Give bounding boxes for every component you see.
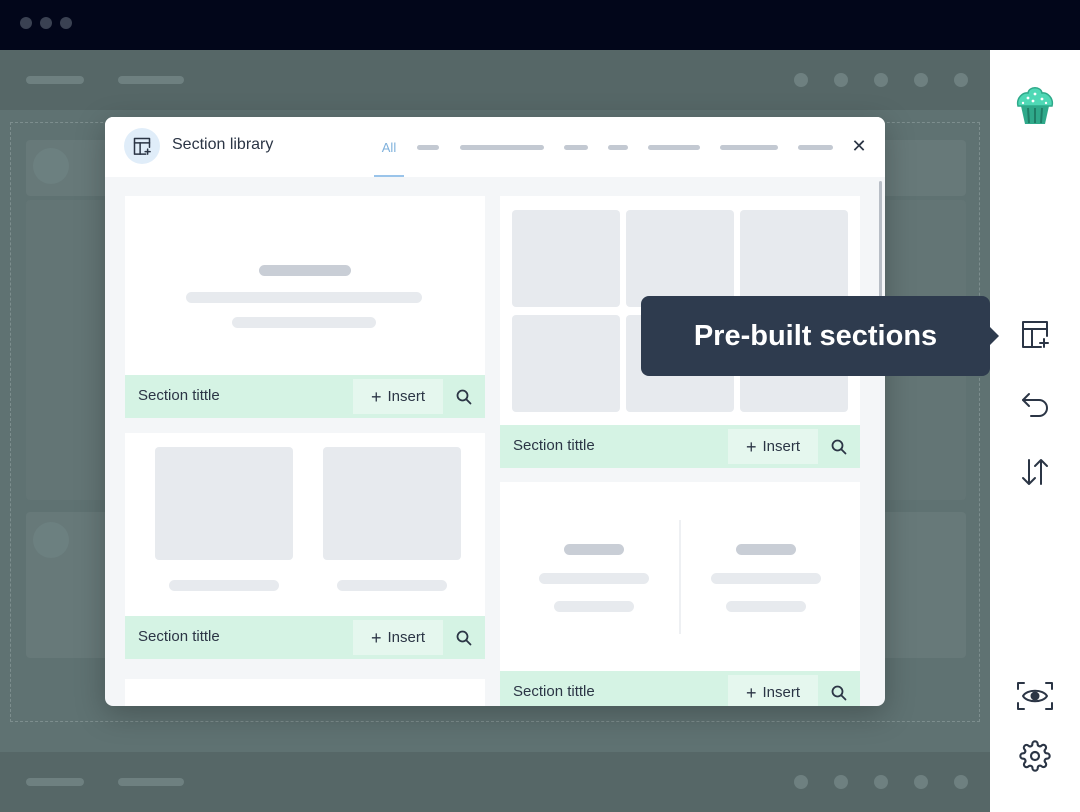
placeholder-dot xyxy=(954,775,968,789)
preview-eye-icon[interactable] xyxy=(1015,676,1055,716)
tooltip-text: Pre-built sections xyxy=(693,319,938,352)
search-icon[interactable] xyxy=(443,616,485,659)
undo-icon[interactable] xyxy=(1015,384,1055,424)
section-card[interactable]: Section tittle + Insert xyxy=(125,196,485,418)
card-footer: Section tittle + Insert xyxy=(125,616,485,659)
placeholder-dot xyxy=(914,775,928,789)
placeholder-line xyxy=(169,580,279,591)
placeholder-tile xyxy=(512,210,620,307)
modal-scrollbar[interactable] xyxy=(879,181,882,297)
tab-placeholder[interactable] xyxy=(608,145,628,150)
placeholder-heading xyxy=(564,544,624,555)
insert-button[interactable]: + Insert xyxy=(728,429,818,464)
section-card[interactable] xyxy=(125,679,485,706)
right-toolbar xyxy=(990,50,1080,812)
column-divider xyxy=(679,520,681,634)
cupcake-logo-icon[interactable] xyxy=(1013,82,1057,126)
search-icon[interactable] xyxy=(818,425,860,468)
insert-button[interactable]: + Insert xyxy=(353,620,443,655)
modal-header: Section library All ✕ xyxy=(105,117,885,177)
plus-icon: + xyxy=(370,386,382,407)
section-library-modal: Section library All ✕ Section tittle + I… xyxy=(105,117,885,706)
section-title: Section tittle xyxy=(138,387,220,404)
placeholder-nav xyxy=(118,778,184,786)
gear-icon[interactable] xyxy=(1015,736,1055,776)
placeholder-tile xyxy=(626,210,734,307)
insert-label: Insert xyxy=(387,388,426,405)
window-dot-1[interactable] xyxy=(20,17,32,29)
placeholder-tile xyxy=(512,315,620,412)
placeholder-line xyxy=(337,580,447,591)
editor-top-bar xyxy=(0,50,990,110)
placeholder-image xyxy=(323,447,461,560)
insert-label: Insert xyxy=(762,438,801,455)
close-icon[interactable]: ✕ xyxy=(848,135,870,157)
ghost-avatar xyxy=(33,522,69,558)
placeholder-dot xyxy=(914,73,928,87)
section-library-icon xyxy=(124,128,160,164)
placeholder-line xyxy=(232,317,376,328)
tab-placeholder[interactable] xyxy=(460,145,544,150)
search-icon[interactable] xyxy=(818,671,860,706)
placeholder-dot xyxy=(874,73,888,87)
ghost-avatar xyxy=(33,148,69,184)
section-title: Section tittle xyxy=(513,437,595,454)
placeholder-line xyxy=(726,601,806,612)
placeholder-image xyxy=(155,447,293,560)
window-dot-3[interactable] xyxy=(60,17,72,29)
placeholder-heading xyxy=(259,265,351,276)
section-library-icon[interactable] xyxy=(1015,314,1055,354)
tab-placeholder[interactable] xyxy=(720,145,778,150)
search-icon[interactable] xyxy=(443,375,485,418)
card-footer: Section tittle + Insert xyxy=(500,671,860,706)
insert-label: Insert xyxy=(762,684,801,701)
tab-placeholder[interactable] xyxy=(648,145,700,150)
modal-title: Section library xyxy=(172,136,274,153)
placeholder-heading xyxy=(736,544,796,555)
placeholder-nav xyxy=(26,778,84,786)
section-title: Section tittle xyxy=(513,683,595,700)
placeholder-dot xyxy=(794,73,808,87)
tab-placeholder[interactable] xyxy=(564,145,588,150)
plus-icon: + xyxy=(745,436,757,457)
pre-built-sections-tooltip: Pre-built sections xyxy=(641,296,999,376)
plus-icon: + xyxy=(370,627,382,648)
editor-bottom-bar xyxy=(0,752,990,812)
insert-button[interactable]: + Insert xyxy=(353,379,443,414)
tab-all[interactable]: All xyxy=(374,117,404,177)
card-footer: Section tittle + Insert xyxy=(500,425,860,468)
placeholder-nav xyxy=(26,76,84,84)
placeholder-dot xyxy=(794,775,808,789)
window-dot-2[interactable] xyxy=(40,17,52,29)
plus-icon: + xyxy=(745,682,757,703)
window-titlebar xyxy=(0,0,1080,50)
placeholder-line xyxy=(539,573,649,584)
placeholder-nav xyxy=(118,76,184,84)
tab-placeholder[interactable] xyxy=(798,145,833,150)
section-card[interactable]: Section tittle + Insert xyxy=(500,482,860,706)
card-footer: Section tittle + Insert xyxy=(125,375,485,418)
placeholder-line xyxy=(554,601,634,612)
reorder-icon[interactable] xyxy=(1015,452,1055,492)
insert-button[interactable]: + Insert xyxy=(728,675,818,706)
insert-label: Insert xyxy=(387,629,426,646)
placeholder-tile xyxy=(740,210,848,307)
section-title: Section tittle xyxy=(138,628,220,645)
placeholder-line xyxy=(711,573,821,584)
tab-placeholder[interactable] xyxy=(417,145,439,150)
section-card[interactable]: Section tittle + Insert xyxy=(125,433,485,659)
placeholder-dot xyxy=(954,73,968,87)
placeholder-dot xyxy=(874,775,888,789)
placeholder-dot xyxy=(834,775,848,789)
placeholder-line xyxy=(186,292,422,303)
placeholder-dot xyxy=(834,73,848,87)
